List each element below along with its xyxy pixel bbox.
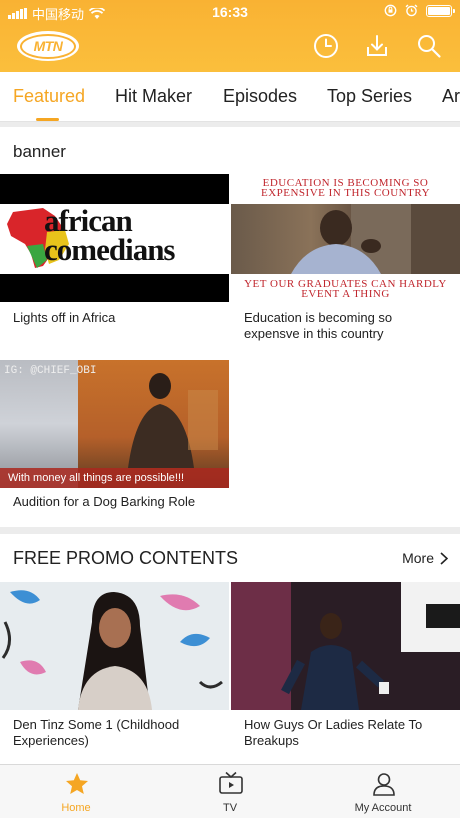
chevron-right-icon [440, 551, 448, 565]
nav-label: My Account [354, 802, 412, 814]
tab-featured[interactable]: Featured [13, 86, 85, 107]
video-thumbnail-breakups[interactable] [231, 582, 460, 710]
section-title: FREE PROMO CONTENTS [13, 548, 239, 568]
rotation-lock-icon [384, 4, 397, 17]
banner-section: banner african comedians Lights off in A… [0, 127, 460, 527]
active-tab-indicator [36, 118, 59, 121]
nav-home[interactable]: Home [26, 765, 126, 818]
logo-text: MTN [20, 33, 76, 59]
promo-section: FREE PROMO CONTENTS More Den Tinz Some 1… [0, 534, 460, 764]
video-thumbnail-lights-off[interactable]: african comedians [0, 174, 229, 302]
history-icon[interactable] [313, 33, 339, 59]
tab-episodes[interactable]: Episodes [223, 86, 297, 107]
thumb-text: YET OUR GRADUATES CAN HARDLY EVENT A THI… [244, 278, 447, 300]
nav-my-account[interactable]: My Account [333, 765, 433, 818]
video-thumbnail-dog-barking[interactable]: IG: @CHIEF_OBI With money all things are… [0, 360, 229, 488]
tab-more-categories[interactable]: Ar [442, 86, 460, 107]
video-caption[interactable]: Education is becoming so expensve in thi… [244, 310, 449, 342]
video-caption[interactable]: Lights off in Africa [13, 310, 223, 326]
star-icon [66, 773, 88, 794]
video-caption[interactable]: Den Tinz Some 1 (Childhood Experiences) [13, 717, 223, 749]
tab-hit-maker[interactable]: Hit Maker [115, 86, 192, 107]
thumb-text: comedians [44, 232, 175, 267]
download-icon[interactable] [364, 33, 390, 59]
thumb-scene [231, 204, 460, 274]
status-bar: 中国移动 16:33 [0, 0, 460, 22]
thumb-text: IG: @CHIEF_OBI [4, 365, 97, 377]
video-caption[interactable]: Audition for a Dog Barking Role [13, 494, 228, 510]
video-thumbnail-den-tinz[interactable] [0, 582, 229, 710]
nav-tv[interactable]: TV [180, 765, 280, 818]
more-label: More [402, 550, 434, 566]
section-title: banner [13, 142, 66, 161]
battery-icon [426, 4, 455, 17]
video-thumbnail-education[interactable]: EDUCATION IS BECOMING SO EXPENSIVE IN TH… [231, 174, 460, 302]
video-caption[interactable]: How Guys Or Ladies Relate To Breakups [244, 717, 449, 749]
tab-top-series[interactable]: Top Series [327, 86, 412, 107]
nav-label: TV [222, 802, 238, 814]
bottom-navigation: Home TV My Account [0, 764, 460, 818]
category-tabs: Featured Hit Maker Episodes Top Series A… [0, 72, 460, 122]
app-header: 中国移动 16:33 MTN [0, 0, 460, 72]
thumb-text: EDUCATION IS BECOMING SO EXPENSIVE IN TH… [260, 177, 431, 199]
nav-label: Home [61, 802, 91, 814]
alarm-icon [405, 4, 418, 17]
search-icon[interactable] [416, 33, 442, 59]
tv-icon [219, 771, 243, 794]
more-button[interactable]: More [402, 550, 448, 566]
user-icon [373, 773, 395, 796]
mtn-logo[interactable]: MTN [17, 31, 79, 61]
thumb-text: With money all things are possible!!! [0, 468, 229, 488]
